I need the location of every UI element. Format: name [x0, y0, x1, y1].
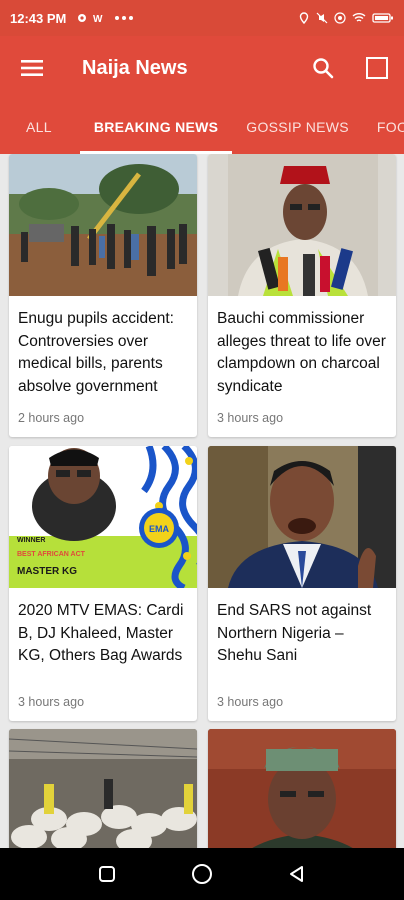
square-icon [366, 57, 388, 79]
recents-button[interactable] [87, 854, 127, 894]
news-card[interactable]: End SARS not against Northern Nigeria – … [208, 446, 396, 721]
svg-text:W: W [93, 14, 103, 24]
search-icon [313, 58, 334, 79]
news-image-mtv-ema: EMA WINNER BEST AFRICAN ACT MASTER KG [9, 446, 197, 588]
ema-badge-label: EMA [149, 524, 170, 534]
home-icon [191, 864, 212, 884]
news-feed[interactable]: Enugu pupils accident: Controversies ove… [0, 154, 404, 848]
image-winner-label: WINNER [17, 537, 45, 544]
news-card[interactable]: EMA WINNER BEST AFRICAN ACT MASTER KG 20… [9, 446, 197, 721]
news-image-commissioner [208, 154, 396, 296]
news-time: 3 hours ago [18, 695, 85, 709]
news-image-warehouse [9, 729, 197, 848]
more-dots-icon [115, 16, 134, 20]
news-time: 2 hours ago [18, 411, 85, 425]
news-image-crowd [9, 154, 197, 296]
home-button[interactable] [182, 854, 222, 894]
news-title: Bauchi commissioner alleges threat to li… [217, 310, 386, 395]
menu-button[interactable] [0, 36, 64, 100]
location-icon [299, 12, 309, 24]
news-card[interactable] [208, 729, 396, 848]
news-image-man-green-cap [208, 729, 396, 848]
search-button[interactable] [296, 36, 350, 100]
recents-icon [99, 866, 116, 882]
app-bar: Naija News [0, 36, 404, 100]
image-category-label: BEST AFRICAN ACT [17, 551, 86, 558]
status-time: 12:43 PM [10, 10, 67, 26]
news-image-shehu-sani [208, 446, 396, 588]
news-time: 3 hours ago [217, 695, 284, 709]
mute-icon [316, 12, 328, 24]
back-button[interactable] [277, 854, 317, 894]
app-title: Naija News [82, 56, 188, 79]
news-title: End SARS not against Northern Nigeria – … [217, 602, 372, 664]
news-time: 3 hours ago [217, 411, 284, 425]
news-card[interactable] [9, 729, 197, 848]
wifi-calling-icon: W [93, 14, 103, 24]
tab-foo[interactable]: FOO [363, 100, 404, 154]
system-nav-bar [0, 848, 404, 900]
tab-gossip-news[interactable]: GOSSIP NEWS [232, 100, 363, 154]
tab-breaking-news[interactable]: BREAKING NEWS [79, 100, 233, 154]
news-card[interactable]: Enugu pupils accident: Controversies ove… [9, 154, 197, 437]
news-title: 2020 MTV EMAS: Cardi B, DJ Khaleed, Mast… [18, 602, 184, 664]
category-tabs: ALL BREAKING NEWS GOSSIP NEWS FOO [0, 100, 404, 154]
square-action-button[interactable] [350, 36, 404, 100]
news-title: Enugu pupils accident: Controversies ove… [18, 310, 174, 395]
battery-icon [372, 13, 393, 23]
status-bar: 12:43 PM W [0, 0, 404, 36]
tab-all[interactable]: ALL [0, 100, 80, 154]
news-card[interactable]: Bauchi commissioner alleges threat to li… [208, 154, 396, 437]
hamburger-icon [21, 60, 43, 76]
hotspot-icon [334, 12, 346, 24]
image-artist-label: MASTER KG [17, 566, 77, 577]
gear-icon [78, 14, 87, 22]
wifi-icon [352, 13, 366, 22]
back-icon [289, 866, 303, 882]
